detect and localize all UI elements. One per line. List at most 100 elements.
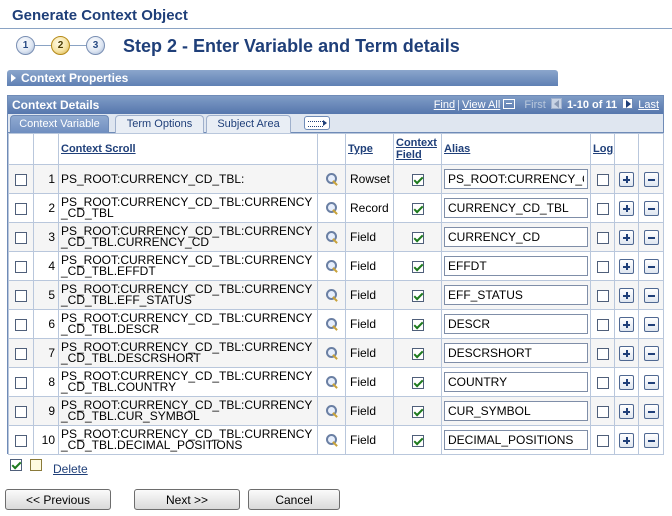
context-field-checkbox[interactable] <box>411 202 424 215</box>
next-page-arrow-icon[interactable] <box>622 98 634 109</box>
next-button[interactable]: Next >> <box>134 489 240 510</box>
type-value: Record <box>345 193 394 223</box>
plus-icon[interactable] <box>619 432 634 448</box>
search-icon[interactable] <box>325 375 339 389</box>
log-checkbox[interactable] <box>596 173 609 186</box>
plus-icon[interactable] <box>619 258 634 274</box>
search-icon[interactable] <box>325 404 339 418</box>
show-all-columns-icon[interactable] <box>304 116 330 130</box>
minus-icon[interactable] <box>643 345 659 361</box>
search-icon[interactable] <box>325 230 339 244</box>
context-field-checkbox[interactable] <box>411 260 424 273</box>
cancel-button[interactable]: Cancel <box>248 489 340 510</box>
minus-icon[interactable] <box>643 432 659 448</box>
alias-input[interactable] <box>444 227 588 247</box>
lookup-cell <box>317 309 346 339</box>
select-all-checkbox[interactable] <box>10 459 22 472</box>
alias-input[interactable] <box>444 169 588 189</box>
plus-icon[interactable] <box>619 229 634 245</box>
tab-subject-area[interactable]: Subject Area <box>206 115 291 133</box>
plus-icon[interactable] <box>619 403 634 419</box>
row-select-checkbox[interactable] <box>15 347 27 360</box>
log-checkbox[interactable] <box>596 347 609 360</box>
search-icon[interactable] <box>325 201 339 215</box>
add-row-cell <box>614 309 639 339</box>
context-field-checkbox[interactable] <box>411 376 424 389</box>
delete-link[interactable]: Delete <box>53 462 88 476</box>
minus-icon[interactable] <box>643 403 659 419</box>
tab-term-options[interactable]: Term Options <box>115 115 204 133</box>
tab-context-variable[interactable]: Context Variable <box>10 115 109 133</box>
alias-input[interactable] <box>444 198 588 218</box>
context-field-checkbox[interactable] <box>411 434 424 447</box>
log-column-header[interactable]: Log <box>590 133 615 165</box>
alias-column-header[interactable]: Alias <box>441 133 591 165</box>
minus-icon[interactable] <box>643 200 659 216</box>
log-checkbox[interactable] <box>596 434 609 447</box>
context-field-column-header[interactable]: Context Field <box>393 133 442 165</box>
log-checkbox[interactable] <box>596 376 609 389</box>
context-field-checkbox[interactable] <box>411 318 424 331</box>
context-field-checkbox[interactable] <box>411 289 424 302</box>
previous-button[interactable]: << Previous <box>5 489 111 510</box>
context-field-checkbox[interactable] <box>411 173 424 186</box>
search-icon[interactable] <box>325 172 339 186</box>
minus-icon[interactable] <box>643 316 659 332</box>
plus-icon[interactable] <box>619 171 634 187</box>
delete-row-cell <box>638 367 664 397</box>
plus-icon[interactable] <box>619 200 634 216</box>
search-icon[interactable] <box>325 288 339 302</box>
context-field-checkbox[interactable] <box>411 231 424 244</box>
last-link[interactable]: Last <box>638 99 659 111</box>
search-icon[interactable] <box>325 317 339 331</box>
context-scroll-column-header[interactable]: Context Scroll <box>58 133 318 165</box>
view-all-link[interactable]: View All <box>462 99 500 111</box>
row-select-checkbox[interactable] <box>15 173 27 186</box>
log-checkbox[interactable] <box>596 289 609 302</box>
row-select-checkbox[interactable] <box>15 318 27 331</box>
log-checkbox[interactable] <box>596 231 609 244</box>
row-select-checkbox[interactable] <box>15 376 27 389</box>
context-field-checkbox[interactable] <box>411 405 424 418</box>
alias-input[interactable] <box>444 372 588 392</box>
log-checkbox[interactable] <box>596 202 609 215</box>
log-checkbox[interactable] <box>596 405 609 418</box>
log-checkbox[interactable] <box>596 318 609 331</box>
minus-icon[interactable] <box>643 258 659 274</box>
row-number: 4 <box>33 251 59 281</box>
alias-input[interactable] <box>444 256 588 276</box>
alias-cell <box>441 425 591 455</box>
minus-icon[interactable] <box>643 229 659 245</box>
search-icon[interactable] <box>325 259 339 273</box>
minus-icon[interactable] <box>643 287 659 303</box>
minus-icon[interactable] <box>643 374 659 390</box>
log-checkbox[interactable] <box>596 260 609 273</box>
row-select-checkbox[interactable] <box>15 289 27 302</box>
plus-icon[interactable] <box>619 316 634 332</box>
context-field-checkbox[interactable] <box>411 347 424 360</box>
log-cell <box>590 367 615 397</box>
row-select-checkbox[interactable] <box>15 434 27 447</box>
context-properties-collapsible[interactable]: Context Properties <box>7 70 558 86</box>
row-select-checkbox[interactable] <box>15 202 27 215</box>
search-icon[interactable] <box>325 346 339 360</box>
row-select-checkbox[interactable] <box>15 260 27 273</box>
alias-input[interactable] <box>444 285 588 305</box>
deselect-all-checkbox[interactable] <box>30 459 42 472</box>
alias-input[interactable] <box>444 343 588 363</box>
download-grid-icon[interactable] <box>503 99 516 109</box>
type-column-header[interactable]: Type <box>345 133 394 165</box>
plus-icon[interactable] <box>619 374 634 390</box>
find-link[interactable]: Find <box>434 99 455 111</box>
minus-icon[interactable] <box>643 171 659 187</box>
search-icon[interactable] <box>325 433 339 447</box>
delete-row-cell <box>638 309 664 339</box>
alias-input[interactable] <box>444 401 588 421</box>
row-select-checkbox[interactable] <box>15 405 27 418</box>
add-row-cell <box>614 251 639 281</box>
alias-input[interactable] <box>444 314 588 334</box>
row-select-checkbox[interactable] <box>15 231 27 244</box>
plus-icon[interactable] <box>619 287 634 303</box>
plus-icon[interactable] <box>619 345 634 361</box>
alias-input[interactable] <box>444 430 588 450</box>
